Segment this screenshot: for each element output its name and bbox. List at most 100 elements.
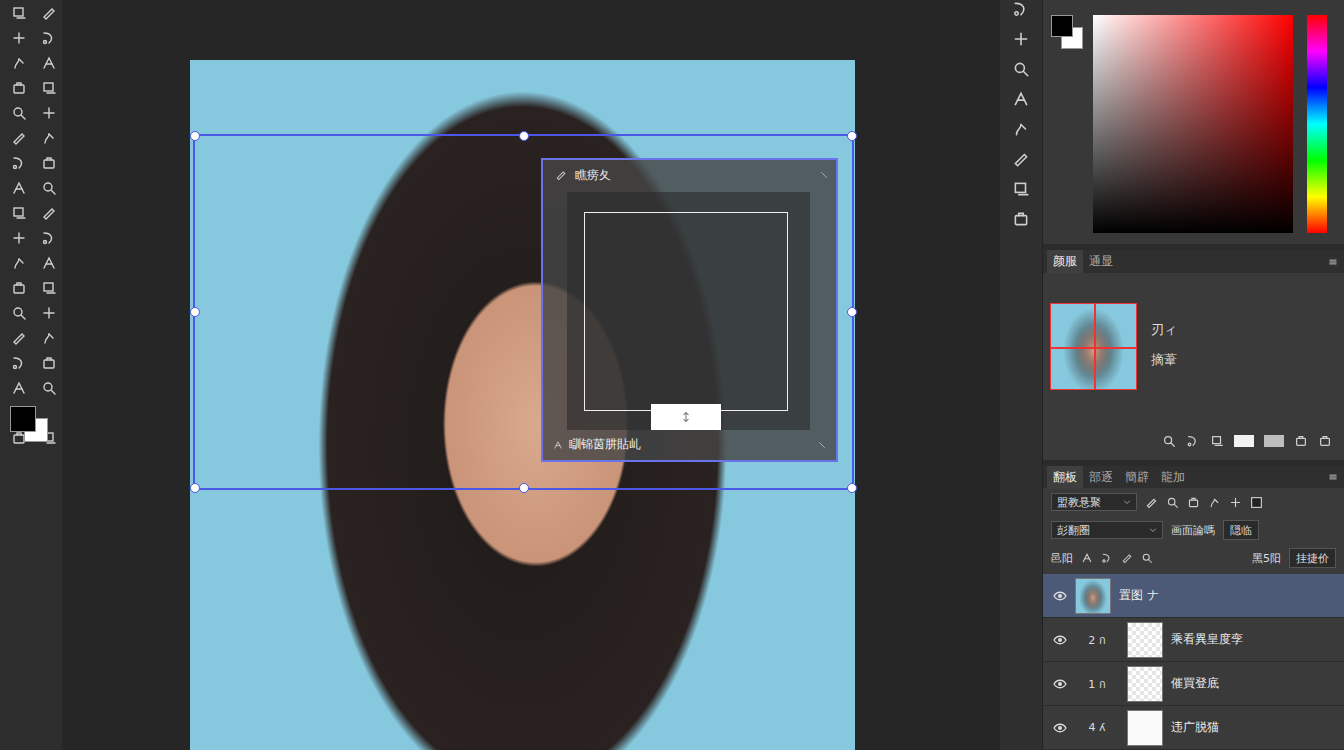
tool-slot[interactable] <box>4 200 34 225</box>
tool-slot[interactable] <box>34 25 64 50</box>
fill-field[interactable]: 挂捷价 <box>1289 548 1336 568</box>
tool-slot[interactable] <box>34 375 64 400</box>
visibility-eye-icon[interactable] <box>1053 635 1067 645</box>
tool-icon[interactable] <box>11 105 27 121</box>
crop-frame[interactable] <box>584 212 788 411</box>
tool-slot[interactable] <box>34 75 64 100</box>
tool-slot[interactable] <box>34 100 64 125</box>
panel-toggle-icon[interactable] <box>1012 210 1030 228</box>
tool-slot[interactable] <box>4 100 34 125</box>
tool-icon[interactable] <box>41 230 57 246</box>
panel-tab[interactable]: 龍加 <box>1155 466 1191 489</box>
tool-slot[interactable] <box>4 250 34 275</box>
color-field[interactable] <box>1093 15 1293 233</box>
filter-icon[interactable] <box>1166 496 1179 509</box>
layer-row[interactable]: 置图 ナ <box>1043 574 1344 618</box>
tool-slot[interactable] <box>4 50 34 75</box>
panel-toggle-icon[interactable] <box>1012 180 1030 198</box>
tool-icon[interactable] <box>11 330 27 346</box>
transform-handle[interactable] <box>847 307 857 317</box>
transform-handle[interactable] <box>847 131 857 141</box>
visibility-eye-icon[interactable] <box>1053 679 1067 689</box>
tool-icon[interactable] <box>41 355 57 371</box>
tool-icon[interactable] <box>41 105 57 121</box>
tool-slot[interactable] <box>4 275 34 300</box>
tool-icon[interactable] <box>11 30 27 46</box>
tool-slot[interactable] <box>34 175 64 200</box>
tool-slot[interactable] <box>4 375 34 400</box>
filter-icon[interactable] <box>1187 496 1200 509</box>
filter-icon[interactable] <box>1229 496 1242 509</box>
tool-slot[interactable] <box>34 0 64 25</box>
tool-icon[interactable] <box>41 330 57 346</box>
image-icon[interactable] <box>1210 434 1224 448</box>
filter-icon[interactable] <box>1145 496 1158 509</box>
dropdown-arrow-icon[interactable] <box>1123 498 1131 506</box>
tool-slot[interactable] <box>34 250 64 275</box>
tool-slot[interactable] <box>4 175 34 200</box>
navigator-thumbnail[interactable] <box>1050 303 1137 390</box>
vertical-arrow-icon[interactable] <box>680 410 692 424</box>
tool-icon[interactable] <box>11 155 27 171</box>
panel-tab[interactable]: 颜服 <box>1047 250 1083 273</box>
panel-toggle-icon[interactable] <box>1012 60 1030 78</box>
tool-slot[interactable] <box>4 0 34 25</box>
tool-slot[interactable] <box>34 325 64 350</box>
tool-slot[interactable] <box>34 50 64 75</box>
lock-option-icon[interactable] <box>1141 552 1153 564</box>
tool-slot[interactable] <box>34 150 64 175</box>
tool-slot[interactable] <box>4 75 34 100</box>
link-icon[interactable] <box>1186 434 1200 448</box>
panel-toggle-icon[interactable] <box>1012 90 1030 108</box>
mode-select[interactable]: 彭翻圈 <box>1051 521 1163 539</box>
tool-icon[interactable] <box>41 5 57 21</box>
tool-icon[interactable] <box>11 130 27 146</box>
tool-slot[interactable] <box>4 225 34 250</box>
photo[interactable]: 瞧痨夂瞓锦茵肼貼乢 <box>190 60 855 750</box>
visibility-eye-icon[interactable] <box>1053 591 1067 601</box>
tool-slot[interactable] <box>34 350 64 375</box>
tool-slot[interactable] <box>34 200 64 225</box>
tool-icon[interactable] <box>11 5 27 21</box>
tool-icon[interactable] <box>11 255 27 271</box>
tool-slot[interactable] <box>4 300 34 325</box>
folder-icon[interactable] <box>1294 434 1308 448</box>
lock-option-icon[interactable] <box>1121 552 1133 564</box>
transform-handle[interactable] <box>519 131 529 141</box>
tool-icon[interactable] <box>11 305 27 321</box>
color-swatches[interactable] <box>4 400 64 450</box>
transform-handle[interactable] <box>519 483 529 493</box>
transform-handle[interactable] <box>190 483 200 493</box>
tool-icon[interactable] <box>11 80 27 96</box>
tool-icon[interactable] <box>41 30 57 46</box>
transform-handle[interactable] <box>190 131 200 141</box>
tool-slot[interactable] <box>4 325 34 350</box>
tool-slot[interactable] <box>4 25 34 50</box>
panel-toggle-icon[interactable] <box>1012 120 1030 138</box>
filter-toggle-icon[interactable] <box>1250 496 1263 509</box>
dialog-scale-box[interactable] <box>651 404 721 430</box>
layer-row[interactable]: 1 ก催買登底 <box>1043 662 1344 706</box>
lock-option-icon[interactable] <box>1101 552 1113 564</box>
zoom-icon[interactable] <box>1162 434 1176 448</box>
panel-tab[interactable]: 部逐 <box>1083 466 1119 489</box>
visibility-eye-icon[interactable] <box>1053 723 1067 733</box>
opacity-field[interactable]: 隠临 <box>1223 520 1259 540</box>
dialog-corner-icon[interactable] <box>818 441 826 449</box>
tool-icon[interactable] <box>11 280 27 296</box>
tool-icon[interactable] <box>41 80 57 96</box>
tool-icon[interactable] <box>41 255 57 271</box>
panel-toggle-icon[interactable] <box>1012 150 1030 168</box>
tool-slot[interactable] <box>4 350 34 375</box>
layer-row[interactable]: 2 ก乘看異皇度孪 <box>1043 618 1344 662</box>
tool-slot[interactable] <box>34 300 64 325</box>
fill-chip[interactable] <box>1234 435 1254 447</box>
panel-menu-icon[interactable] <box>1328 257 1338 267</box>
panel-tab[interactable]: 簡辟 <box>1119 466 1155 489</box>
tool-slot[interactable] <box>4 125 34 150</box>
panel-menu-icon[interactable] <box>1328 472 1338 482</box>
filter-icon[interactable] <box>1208 496 1221 509</box>
foreground-swatch[interactable] <box>1051 15 1073 37</box>
layer-row[interactable]: 4 ʎ违广脱猫 <box>1043 706 1344 750</box>
dialog-app-icon[interactable] <box>555 169 567 181</box>
